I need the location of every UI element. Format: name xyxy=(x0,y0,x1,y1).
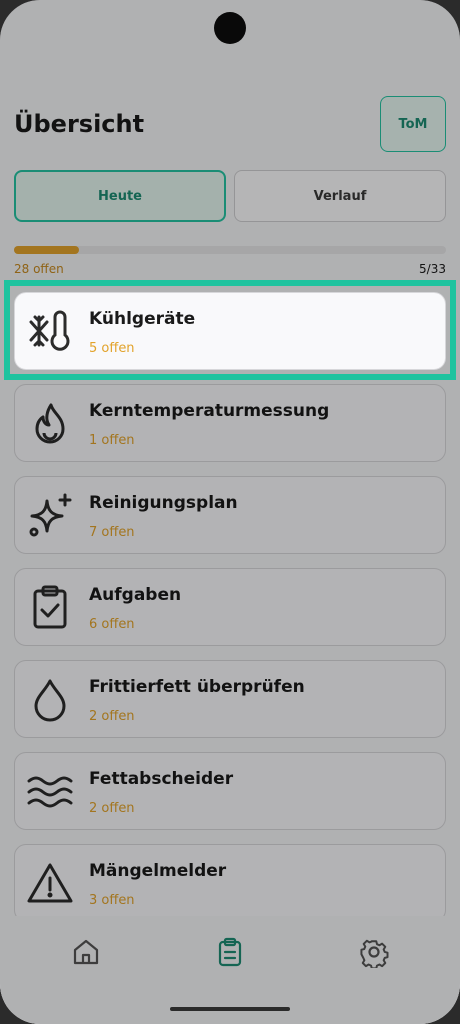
progress-bar xyxy=(14,246,446,254)
list-item-label: Reinigungsplan xyxy=(89,493,238,513)
drop-icon xyxy=(25,675,75,725)
list-item-kerntemperaturmessung[interactable]: Kerntemperaturmessung 1 offen xyxy=(14,384,446,462)
avatar-button[interactable]: ToM xyxy=(380,96,446,152)
home-icon xyxy=(73,939,99,965)
nav-settings[interactable] xyxy=(358,936,390,970)
list-item-reinigungsplan[interactable]: Reinigungsplan 7 offen xyxy=(14,476,446,554)
nav-checklists[interactable] xyxy=(214,936,246,968)
segmented-control: Heute Verlauf xyxy=(14,170,446,222)
list-item-aufgaben[interactable]: Aufgaben 6 offen xyxy=(14,568,446,646)
tab-heute[interactable]: Heute xyxy=(14,170,226,222)
camera-cutout xyxy=(214,12,246,44)
list-item-open-count: 2 offen xyxy=(89,801,135,816)
list-item-label: Frittierfett überprüfen xyxy=(89,677,305,697)
waves-icon xyxy=(25,767,75,817)
gear-icon xyxy=(360,939,389,970)
clipboard-list-icon xyxy=(218,937,242,967)
page-title: Übersicht xyxy=(14,110,145,138)
warning-triangle-icon xyxy=(25,859,75,909)
progress-count: 5/33 xyxy=(419,262,446,276)
list-item-fettabscheider[interactable]: Fettabscheider 2 offen xyxy=(14,752,446,830)
progress-fill xyxy=(14,246,80,254)
list-item-open-count: 6 offen xyxy=(89,617,135,632)
list-item-label: Aufgaben xyxy=(89,585,182,605)
home-indicator[interactable] xyxy=(170,1007,290,1011)
flame-icon xyxy=(25,399,75,449)
sparkle-icon xyxy=(25,491,75,541)
open-count: 28 offen xyxy=(14,262,64,276)
list-item-maengelmelder[interactable]: Mängelmelder 3 offen xyxy=(14,844,446,916)
tab-verlauf[interactable]: Verlauf xyxy=(234,170,446,222)
highlight-frame xyxy=(4,280,456,380)
header: Übersicht ToM xyxy=(14,96,446,152)
list-item-open-count: 3 offen xyxy=(89,893,135,908)
list-item-label: Mängelmelder xyxy=(89,861,227,881)
clipboard-check-icon xyxy=(25,583,75,633)
app-screen: Übersicht ToM Heute Verlauf 28 offen 5/3… xyxy=(0,0,460,1024)
list-item-label: Kerntemperaturmessung xyxy=(89,401,330,421)
list-item-open-count: 7 offen xyxy=(89,525,135,540)
list-item-frittierfett[interactable]: Frittierfett überprüfen 2 offen xyxy=(14,660,446,738)
nav-home[interactable] xyxy=(70,936,102,968)
list-item-open-count: 1 offen xyxy=(89,433,135,448)
list-item-label: Fettabscheider xyxy=(89,769,234,789)
category-list: Kühlgeräte 5 offen Kerntemperaturmessung… xyxy=(14,292,446,916)
list-item-open-count: 2 offen xyxy=(89,709,135,724)
